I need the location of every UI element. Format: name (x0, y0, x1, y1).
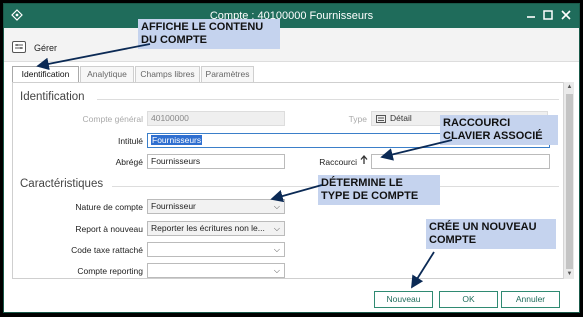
compte-general-field: 40100000 (147, 111, 285, 126)
manage-icon[interactable] (12, 41, 26, 53)
raccourci-field[interactable] (371, 154, 550, 169)
tab-parametres[interactable]: Paramètres (201, 66, 254, 82)
abrege-label: Abrégé (115, 157, 143, 167)
minimize-icon[interactable] (523, 7, 539, 23)
chevron-down-icon: ⌵ (273, 202, 280, 211)
report-nouveau-label: Report à nouveau (75, 224, 143, 234)
callout-nouveau: CRÉE UN NOUVEAU COMPTE (426, 219, 556, 249)
detail-icon (376, 115, 386, 123)
callout-raccourci-line2: CLAVIER ASSOCIÉ (443, 130, 543, 142)
intitule-label: Intitulé (117, 136, 143, 146)
shortcut-icon (360, 155, 368, 164)
report-nouveau-value: Reporter les écritures non le... (151, 223, 265, 233)
compte-reporting-select[interactable]: ⌵ (147, 263, 285, 278)
nouveau-button[interactable]: Nouveau (374, 291, 433, 308)
account-window: Compte : 40100000 Fournisseurs Gérer Ide… (3, 3, 580, 313)
callout-type: DÉTERMINE LE TYPE DE COMPTE (318, 175, 440, 205)
chevron-down-icon: ⌵ (273, 224, 280, 233)
ok-button[interactable]: OK (439, 291, 498, 308)
chevron-down-icon: ⌵ (273, 266, 280, 275)
vertical-scrollbar[interactable]: ▲ ▼ (563, 82, 574, 279)
callout-nouveau-line1: CRÉE UN NOUVEAU (429, 221, 537, 233)
callout-contenu: AFFICHE LE CONTENU DU COMPTE (138, 19, 280, 49)
scroll-up-icon[interactable]: ▲ (564, 82, 575, 92)
tab-identification[interactable]: Identification (12, 66, 79, 83)
callout-raccourci-line1: RACCOURCI (443, 117, 511, 129)
scroll-thumb[interactable] (566, 94, 573, 269)
scroll-down-icon[interactable]: ▼ (564, 269, 575, 279)
callout-type-line1: DÉTERMINE LE (321, 177, 403, 189)
callout-contenu-line1: AFFICHE LE CONTENU (141, 21, 264, 33)
code-taxe-label: Code taxe rattaché (71, 245, 143, 255)
abrege-field[interactable]: Fournisseurs (147, 154, 285, 169)
annuler-button[interactable]: Annuler (501, 291, 560, 308)
code-taxe-select[interactable]: ⌵ (147, 242, 285, 257)
callout-nouveau-line2: COMPTE (429, 234, 477, 246)
raccourci-label: Raccourci (319, 157, 357, 167)
report-nouveau-select[interactable]: Reporter les écritures non le... ⌵ (147, 221, 285, 236)
nature-compte-select[interactable]: Fournisseur ⌵ (147, 199, 285, 214)
section-divider (97, 99, 559, 100)
type-value: Détail (390, 113, 412, 123)
tab-champs-libres[interactable]: Champs libres (135, 66, 200, 82)
type-label: Type (348, 114, 367, 124)
callout-type-line2: TYPE DE COMPTE (321, 190, 419, 202)
callout-contenu-line2: DU COMPTE (141, 34, 207, 46)
title-bar[interactable]: Compte : 40100000 Fournisseurs (4, 4, 579, 28)
compte-reporting-label: Compte reporting (77, 266, 143, 276)
close-icon[interactable] (558, 7, 574, 23)
toolbar: Gérer (4, 28, 579, 62)
maximize-icon[interactable] (540, 7, 556, 23)
nature-compte-label: Nature de compte (75, 202, 143, 212)
manage-button[interactable]: Gérer (34, 43, 57, 53)
compte-general-label: Compte général (82, 114, 143, 124)
nature-compte-value: Fournisseur (151, 201, 196, 211)
callout-raccourci: RACCOURCI CLAVIER ASSOCIÉ (440, 115, 558, 145)
section-caracteristiques: Caractéristiques (20, 178, 104, 190)
tab-analytique[interactable]: Analytique (80, 66, 134, 82)
window-title: Compte : 40100000 Fournisseurs (209, 10, 374, 22)
intitule-value: Fournisseurs (151, 135, 203, 145)
section-identification: Identification (20, 91, 85, 103)
chevron-down-icon: ⌵ (273, 245, 280, 254)
